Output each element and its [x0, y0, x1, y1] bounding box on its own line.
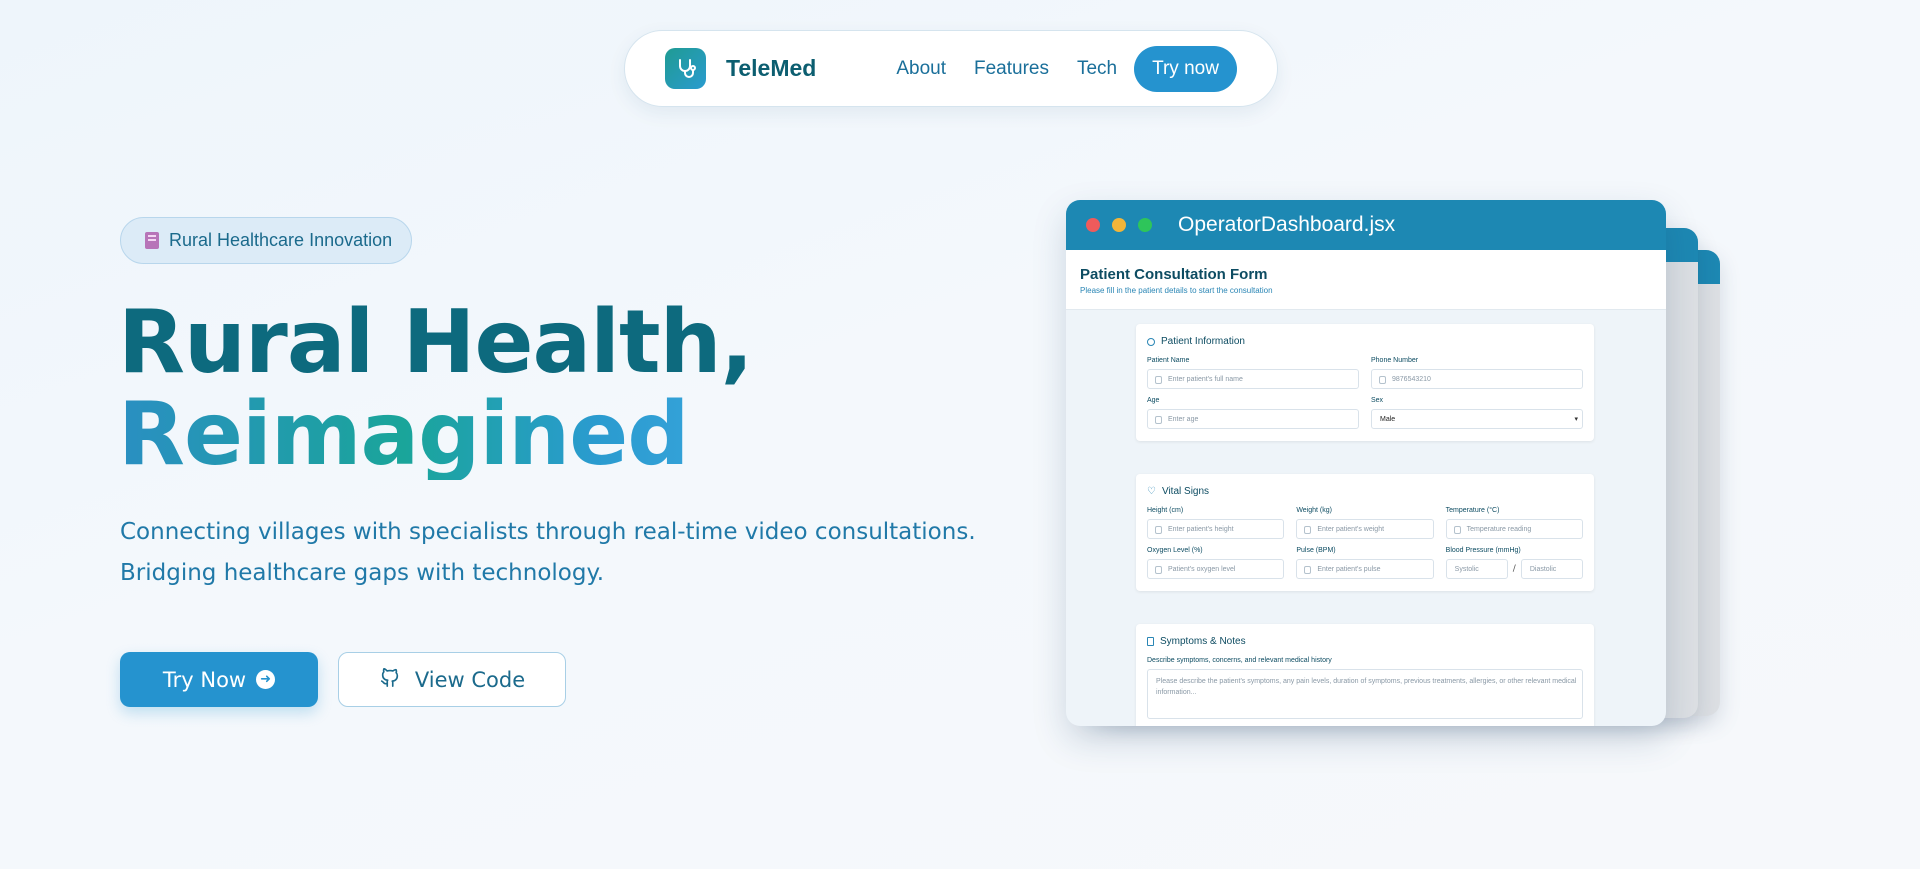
user-icon [1147, 337, 1155, 346]
phone-input[interactable]: 9876543210 [1371, 369, 1583, 389]
arrow-right-icon: ➜ [256, 670, 276, 689]
symptoms-label: Describe symptoms, concerns, and relevan… [1147, 657, 1332, 664]
hero-subtitle: Connecting villages with specialists thr… [120, 512, 1000, 594]
age-input[interactable]: Enter age [1147, 409, 1359, 429]
brand-name[interactable]: TeleMed [726, 55, 816, 82]
window-titlebar: OperatorDashboard.jsx [1066, 200, 1666, 250]
nav-link-about[interactable]: About [896, 58, 946, 80]
heart-icon: ♡ [1147, 486, 1156, 497]
form-header: Patient Consultation Form Please fill in… [1066, 250, 1666, 310]
view-code-label: View Code [414, 667, 526, 692]
bp-separator: / [1512, 564, 1516, 574]
form-title: Patient Consultation Form [1080, 266, 1268, 283]
patient-name-label: Patient Name [1147, 357, 1190, 364]
book-icon [145, 232, 159, 249]
symptoms-textarea[interactable]: Please describe the patient's symptoms, … [1147, 669, 1583, 719]
patient-info-title-text: Patient Information [1161, 336, 1245, 347]
height-label: Height (cm) [1147, 507, 1184, 514]
window-title: OperatorDashboard.jsx [1178, 213, 1396, 236]
weight-label: Weight (kg) [1296, 507, 1332, 514]
blood-pressure-label: Blood Pressure (mmHg) [1445, 547, 1521, 554]
sex-label: Sex [1371, 397, 1384, 404]
minimize-dot-icon[interactable] [1112, 218, 1126, 232]
operator-dashboard-window: OperatorDashboard.jsx Patient Consultati… [1066, 200, 1666, 726]
sex-select-value: Male [1380, 415, 1396, 423]
symptoms-title: Symptoms & Notes [1147, 636, 1583, 647]
oxygen-label: Oxygen Level (%) [1147, 547, 1203, 554]
vital-signs-title: ♡ Vital Signs [1147, 486, 1583, 497]
pulse-input[interactable]: Enter patient's pulse [1296, 559, 1434, 579]
hero-title: Rural Health, Reimagined [118, 291, 754, 480]
document-icon [1147, 637, 1154, 646]
nav-link-tech[interactable]: Tech [1077, 58, 1117, 80]
pulse-label: Pulse (BPM) [1296, 547, 1336, 554]
systolic-input[interactable]: Systolic [1445, 559, 1508, 579]
try-now-button[interactable]: Try Now ➜ [120, 652, 318, 707]
patient-info-title: Patient Information [1147, 336, 1583, 347]
phone-label: Phone Number [1371, 357, 1419, 364]
form-subtitle: Please fill in the patient details to st… [1080, 286, 1273, 295]
chevron-down-icon: ▾ [1574, 416, 1578, 423]
stethoscope-icon[interactable] [665, 48, 706, 89]
temperature-input[interactable]: Temperature reading [1445, 519, 1583, 539]
hero-badge-label: Rural Healthcare Innovation [169, 230, 393, 250]
close-dot-icon[interactable] [1086, 218, 1100, 232]
try-now-nav-button[interactable]: Try now [1134, 45, 1237, 92]
sex-select[interactable]: Male ▾ [1371, 409, 1583, 429]
patient-name-input[interactable]: Enter patient's full name [1147, 369, 1359, 389]
view-code-button[interactable]: View Code [338, 652, 566, 707]
hero-title-line1: Rural Health, [118, 291, 754, 393]
oxygen-input[interactable]: Patient's oxygen level [1147, 559, 1285, 579]
github-icon [379, 666, 401, 693]
age-label: Age [1147, 397, 1160, 404]
vital-signs-card: ♡ Vital Signs Height (cm) Enter patient'… [1136, 474, 1594, 591]
patient-info-card: Patient Information Patient Name Enter p… [1136, 324, 1594, 441]
vital-signs-title-text: Vital Signs [1161, 486, 1210, 497]
temperature-label: Temperature (°C) [1445, 507, 1500, 514]
try-now-label: Try Now [162, 667, 247, 692]
hero-title-line2: Reimagined [118, 388, 753, 480]
nav-link-features[interactable]: Features [974, 58, 1049, 80]
nav-links: About Features Tech [896, 58, 1117, 80]
height-input[interactable]: Enter patient's height [1147, 519, 1285, 539]
symptoms-title-text: Symptoms & Notes [1160, 636, 1246, 647]
hero-badge: Rural Healthcare Innovation [120, 217, 412, 264]
weight-input[interactable]: Enter patient's weight [1296, 519, 1434, 539]
symptoms-card: Symptoms & Notes Describe symptoms, conc… [1136, 624, 1594, 726]
hero-subtitle-line2: Bridging healthcare gaps with technology… [120, 560, 605, 586]
maximize-dot-icon[interactable] [1138, 218, 1152, 232]
diastolic-input[interactable]: Diastolic [1520, 559, 1583, 579]
hero-subtitle-line1: Connecting villages with specialists thr… [120, 519, 976, 545]
top-nav: TeleMed About Features Tech Try now [624, 30, 1278, 107]
